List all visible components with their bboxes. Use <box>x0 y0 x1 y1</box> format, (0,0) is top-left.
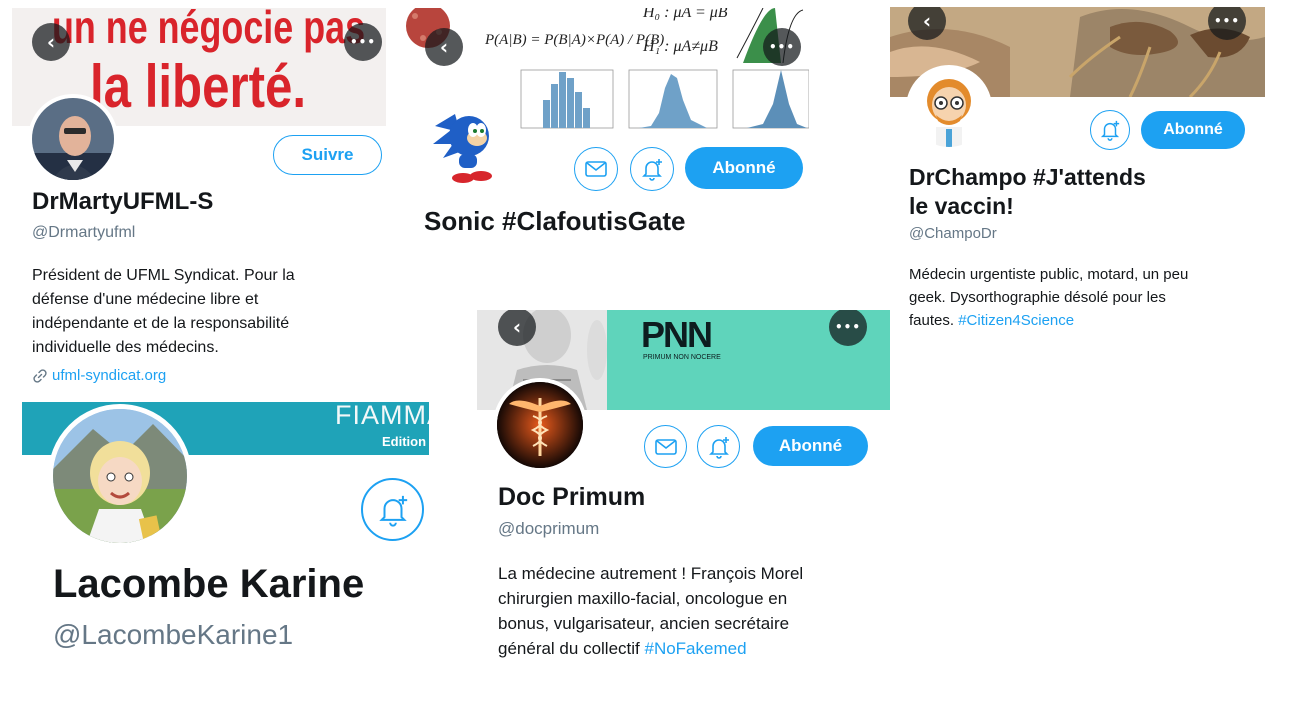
bio-line: général du collectif #NoFakemed <box>498 636 803 661</box>
banner-slogan-line1: un ne négocie pas <box>52 8 366 53</box>
avatar[interactable] <box>493 378 587 472</box>
sonic-avatar-image <box>433 114 492 183</box>
username: @LacombeKarine1 <box>53 619 294 650</box>
message-button[interactable] <box>644 425 687 468</box>
profile-card-docprimum: PNN PRIMUM NON NOCERE ‹ ••• Abonné Doc P… <box>477 310 890 680</box>
bio: Président de UFML Syndicat. Pour la défe… <box>32 264 295 360</box>
banner-hypothesis-h1: H₁ : μA≠μB <box>643 38 718 55</box>
chevron-left-icon: ‹ <box>46 30 56 54</box>
bell-plus-icon <box>708 436 729 459</box>
chevron-left-icon: ‹ <box>512 315 522 339</box>
bio-line: fautes. #Citizen4Science <box>909 309 1188 332</box>
bio: Médecin urgentiste public, motard, un pe… <box>909 263 1188 332</box>
bio-line: Président de UFML Syndicat. Pour la <box>32 267 295 284</box>
display-name: Lacombe Karine <box>53 562 365 606</box>
bio: La médecine autrement ! François Morel c… <box>498 561 803 661</box>
banner-slogan-line2: la liberté. <box>90 53 307 120</box>
more-button[interactable]: ••• <box>344 23 382 61</box>
more-horizontal-icon: ••• <box>1213 14 1240 28</box>
profile-card-sonic: P(A|B) = P(B|A)×P(A) / P(B) H₀ : μA = μB… <box>403 8 809 248</box>
username: @ChampoDr <box>909 225 997 242</box>
following-button[interactable]: Abonné <box>753 426 868 466</box>
following-button[interactable]: Abonné <box>1141 111 1245 149</box>
avatar[interactable] <box>28 94 118 184</box>
chevron-left-icon: ‹ <box>439 35 449 59</box>
champo-avatar-image <box>910 69 988 147</box>
hashtag-link[interactable]: #Citizen4Science <box>958 312 1074 329</box>
banner-bayes-formula: P(A|B) = P(B|A)×P(A) / P(B) <box>485 32 665 48</box>
display-name-line: DrChampo #J'attends <box>909 164 1146 190</box>
message-button[interactable] <box>574 147 618 191</box>
envelope-icon <box>654 438 677 455</box>
display-name: Doc Primum <box>498 483 646 511</box>
caduceus-avatar-image <box>497 382 583 468</box>
more-horizontal-icon: ••• <box>768 40 795 54</box>
banner-logo-subtitle: PRIMUM NON NOCERE <box>643 354 721 361</box>
notifications-button[interactable] <box>697 425 740 468</box>
avatar[interactable] <box>421 96 515 190</box>
bio-line: individuelle des médecins. <box>32 339 219 356</box>
avatar[interactable] <box>48 404 192 548</box>
banner-brand-subtext: Edition <box>382 434 427 449</box>
notifications-button[interactable] <box>361 478 424 541</box>
banner-brand-text: FIAMMA <box>335 402 429 430</box>
banner-logo: PNN <box>641 314 713 355</box>
display-name-line: le vaccin! <box>909 193 1014 219</box>
notifications-button[interactable] <box>1090 110 1130 150</box>
bio-text: général du collectif <box>498 639 645 658</box>
profile-card-lacombe: FIAMMA Edition Lacombe Karine @LacombeKa… <box>22 402 429 672</box>
more-button[interactable]: ••• <box>763 28 801 66</box>
profile-card-drchampo: ‹ ••• Abonné DrChampo #J'attends le vacc… <box>890 7 1265 342</box>
display-name: DrChampo #J'attends le vaccin! <box>909 163 1146 221</box>
more-horizontal-icon: ••• <box>834 320 861 334</box>
lacombe-avatar-image <box>53 409 187 543</box>
website-link[interactable]: ufml-syndicat.org <box>32 367 166 384</box>
back-button[interactable]: ‹ <box>32 23 70 61</box>
link-icon <box>33 368 47 383</box>
profile-card-drmarty: un ne négocie pas la liberté. ‹ ••• Suiv… <box>12 8 386 393</box>
username: @Drmartyufml <box>32 224 136 241</box>
banner-hypothesis-h0: H₀ : μA = μB <box>643 8 728 21</box>
bio-line: chirurgien maxillo-facial, oncologue en <box>498 589 788 608</box>
display-name: DrMartyUFML-S <box>32 188 214 215</box>
bell-plus-icon <box>378 495 407 527</box>
username: @docprimum <box>498 519 600 538</box>
bio-line: défense d'une médecine libre et <box>32 291 259 308</box>
avatar[interactable] <box>906 65 992 151</box>
follow-button[interactable]: Suivre <box>273 135 382 175</box>
more-horizontal-icon: ••• <box>349 35 376 49</box>
back-button[interactable]: ‹ <box>425 28 463 66</box>
notifications-button[interactable] <box>630 147 674 191</box>
bio-line: La médecine autrement ! François Morel <box>498 564 804 583</box>
bio-line: bonus, vulgarisateur, ancien secrétaire <box>498 614 790 633</box>
bell-plus-icon <box>642 159 662 181</box>
bell-plus-icon <box>1100 120 1120 141</box>
hashtag-link[interactable]: #NoFakemed <box>644 639 746 658</box>
chevron-left-icon: ‹ <box>922 9 932 33</box>
following-button[interactable]: Abonné <box>685 147 803 189</box>
avatar-photo <box>32 98 114 180</box>
bio-text: fautes. <box>909 312 959 329</box>
bio-line: geek. Dysorthographie désolé pour les <box>909 289 1166 306</box>
website-link-text: ufml-syndicat.org <box>52 367 167 384</box>
bio-line: Médecin urgentiste public, motard, un pe… <box>909 266 1189 283</box>
bio-line: indépendante et de la responsabilité <box>32 315 290 332</box>
envelope-icon <box>585 161 607 177</box>
display-name: Sonic #ClafoutisGate <box>424 206 686 236</box>
